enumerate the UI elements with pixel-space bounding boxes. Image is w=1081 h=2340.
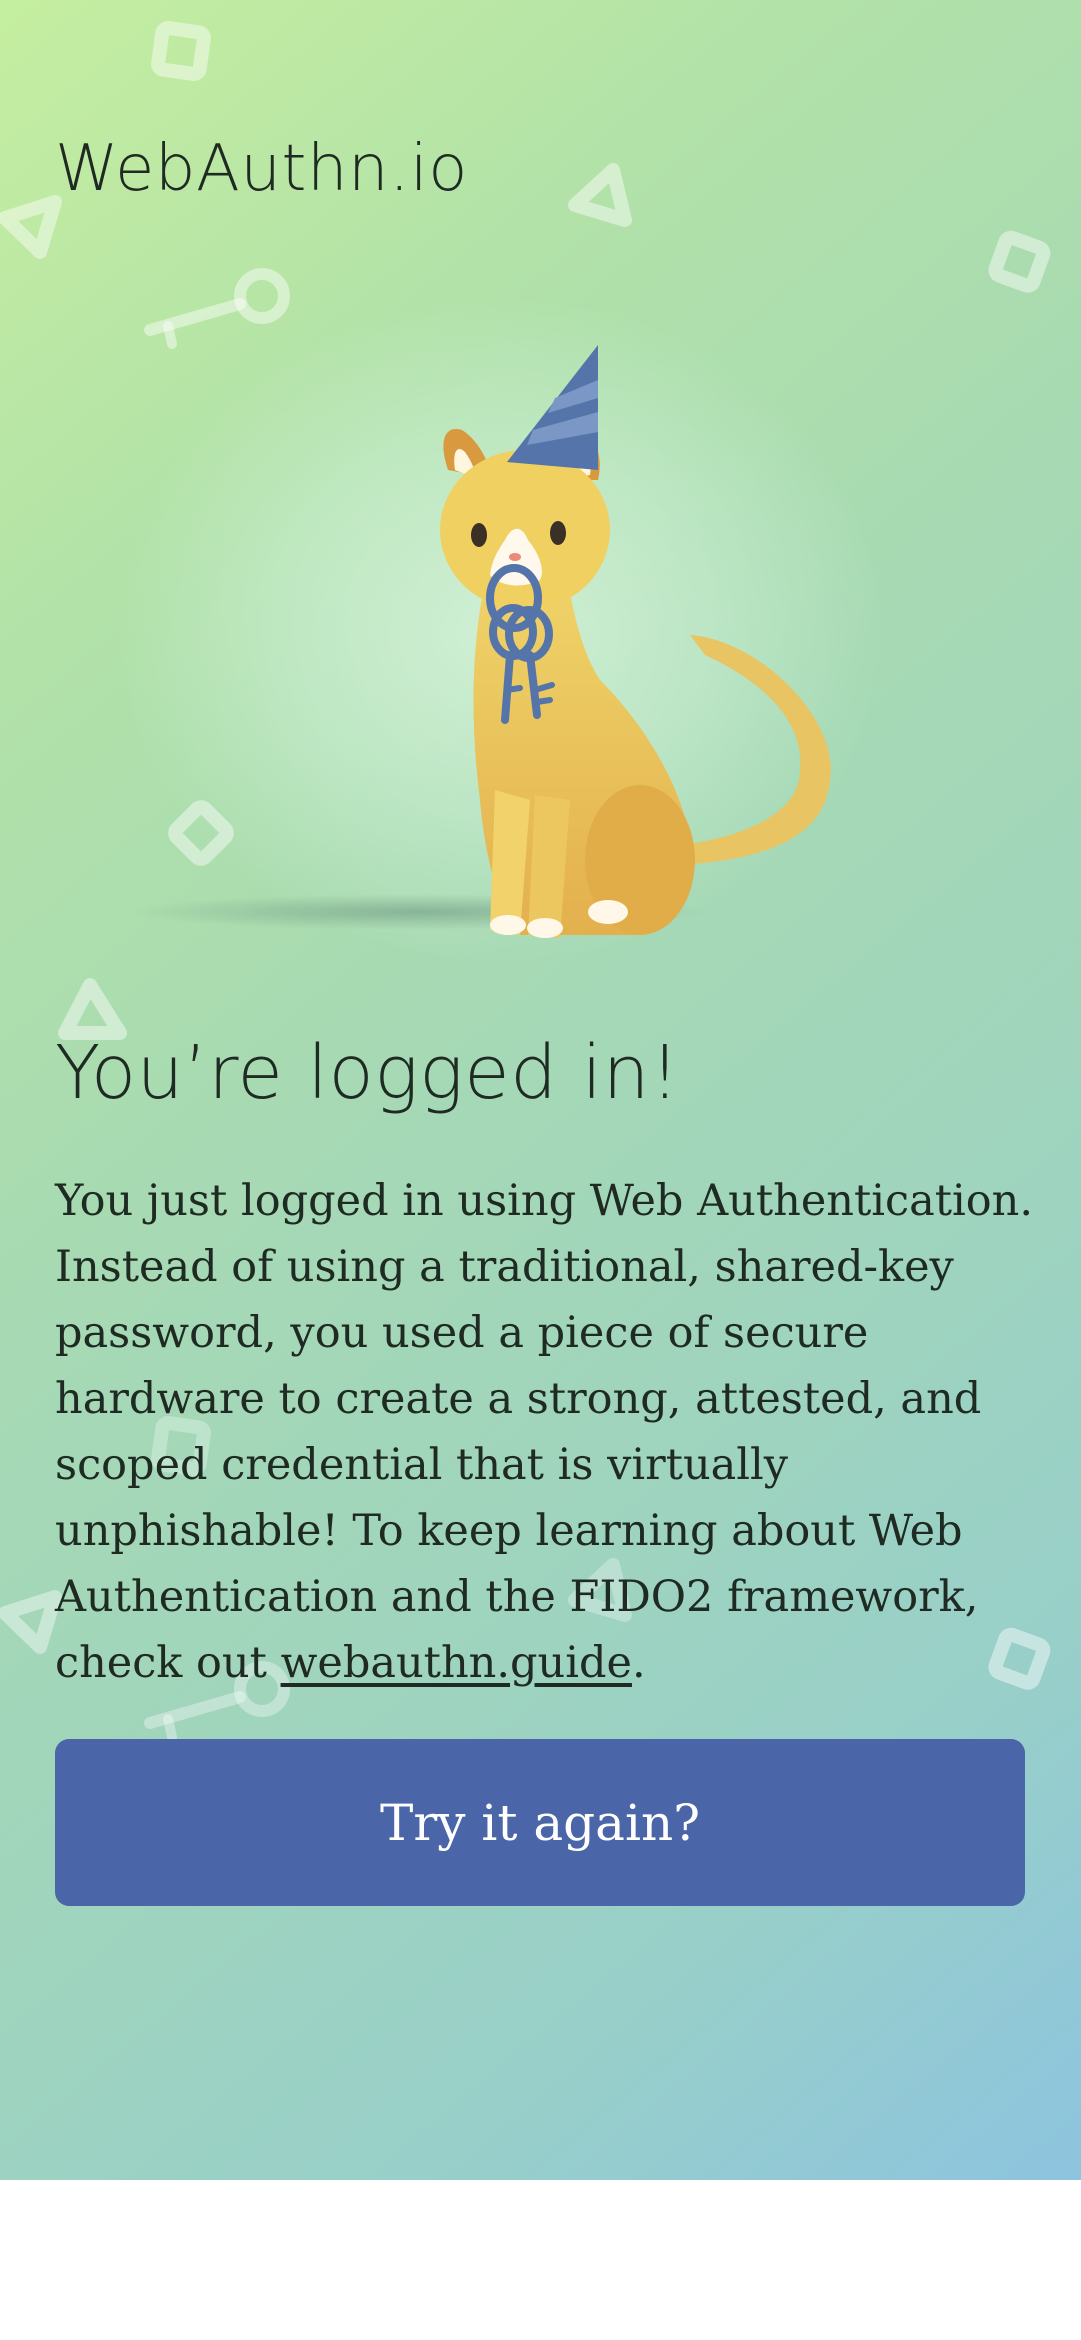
triangle-icon [568,163,632,227]
message-text: You just logged in using Web Authenticat… [55,1176,1034,1688]
webauthn-guide-link[interactable]: webauthn.guide [281,1638,632,1688]
success-message: You just logged in using Web Authenticat… [55,1168,1040,1696]
square-icon [151,21,211,81]
try-again-button[interactable]: Try it again? [55,1739,1025,1906]
page-title: You’re logged in! [55,1030,681,1116]
app-screen: WebAuthn.io You’re logged in! You just l… [0,0,1081,2180]
square-icon [988,230,1051,293]
site-logo[interactable]: WebAuthn.io [55,132,468,206]
party-cat-with-keys-illustration [130,345,831,938]
message-period: . [631,1638,646,1688]
